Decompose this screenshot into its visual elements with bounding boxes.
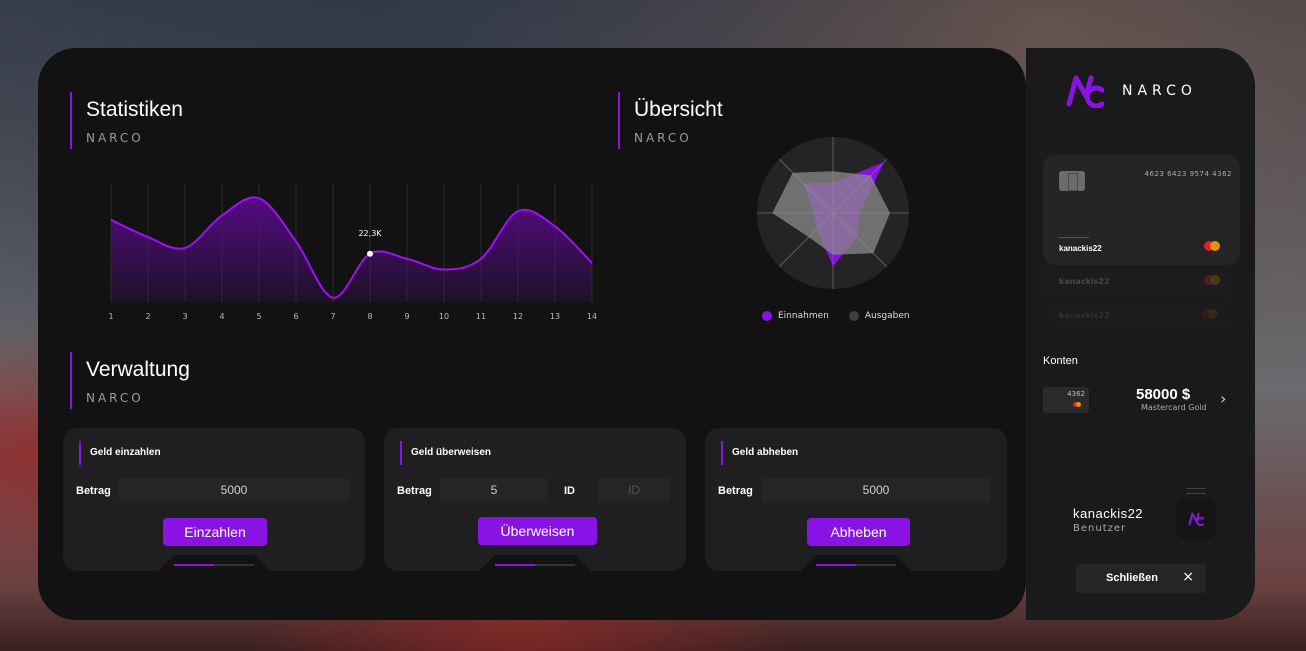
account-mastercard-icon bbox=[1073, 402, 1081, 407]
deposit-button[interactable]: Einzahlen bbox=[163, 518, 267, 546]
brand-name: NARCO bbox=[1122, 83, 1197, 99]
transfer-title: Geld überweisen bbox=[400, 441, 491, 465]
ghost-card-1-mastercard-icon bbox=[1204, 275, 1220, 285]
withdraw-button[interactable]: Abheben bbox=[807, 518, 910, 546]
transfer-card: Geld überweisen Betrag 5 ID ID Überweise… bbox=[384, 428, 686, 571]
statistiken-title: Statistiken bbox=[86, 98, 183, 121]
withdraw-amount-input[interactable]: 5000 bbox=[761, 478, 991, 503]
withdraw-progress bbox=[816, 564, 896, 566]
chart-x-tick-label: 3 bbox=[182, 312, 187, 321]
chart-x-tick-label: 4 bbox=[219, 312, 224, 321]
transfer-progress bbox=[495, 564, 575, 566]
chart-x-tick-label: 5 bbox=[256, 312, 261, 321]
uebersicht-subtitle: NARCO bbox=[634, 131, 692, 145]
mastercard-icon bbox=[1204, 241, 1220, 251]
narco-logo-icon bbox=[1066, 75, 1104, 108]
chart-x-tick-label: 10 bbox=[439, 312, 449, 321]
menu-bars-icon bbox=[1186, 488, 1206, 494]
legend-einnahmen-label: Einnahmen bbox=[778, 311, 829, 321]
chart-x-tick-label: 9 bbox=[404, 312, 409, 321]
legend-ausgaben-dot bbox=[848, 311, 859, 321]
side-panel bbox=[1026, 48, 1255, 620]
chevron-right-icon[interactable]: › bbox=[1220, 389, 1226, 408]
account-amount: 58000 $ bbox=[1136, 386, 1191, 403]
deposit-tab-notch bbox=[158, 555, 270, 571]
legend-ausgaben[interactable]: Ausgaben bbox=[848, 311, 910, 321]
legend-einnahmen[interactable]: Einnahmen bbox=[762, 311, 829, 321]
chart-x-tick-label: 8 bbox=[367, 312, 372, 321]
chart-hover-point[interactable] bbox=[367, 250, 373, 257]
withdraw-card: Geld abheben Betrag 5000 Abheben bbox=[705, 428, 1007, 571]
chart-x-tick-label: 7 bbox=[330, 312, 335, 321]
chart-x-tick-label: 2 bbox=[145, 312, 150, 321]
transfer-id-label: ID bbox=[564, 485, 575, 497]
chart-x-tick-label: 11 bbox=[476, 312, 486, 321]
credit-card[interactable]: 4623 6423 9574 4362 kanackis22 bbox=[1043, 155, 1240, 265]
statistiken-subtitle: NARCO bbox=[86, 131, 144, 145]
overview-radar-chart bbox=[757, 137, 909, 289]
uebersicht-header: Übersicht NARCO bbox=[618, 92, 723, 149]
withdraw-amount-label: Betrag bbox=[718, 485, 753, 497]
chart-x-tick-label: 6 bbox=[293, 312, 298, 321]
card-chip-icon bbox=[1059, 171, 1085, 191]
chart-area-fill bbox=[111, 197, 592, 302]
ghost-card-1-holder: kanackis22 bbox=[1059, 277, 1110, 286]
verwaltung-header: Verwaltung NARCO bbox=[70, 352, 190, 409]
card-number: 4623 6423 9574 4362 bbox=[1144, 170, 1232, 178]
chart-x-tick-label: 13 bbox=[550, 312, 560, 321]
chart-x-tick-label: 1 bbox=[108, 312, 113, 321]
chart-x-tick-label: 14 bbox=[587, 312, 597, 321]
chart-hover-label: 22,3K bbox=[358, 229, 382, 238]
deposit-amount-label: Betrag bbox=[76, 485, 111, 497]
transfer-button[interactable]: Überweisen bbox=[478, 517, 597, 545]
close-label: Schließen bbox=[1106, 572, 1158, 584]
deposit-progress bbox=[174, 564, 254, 566]
statistiken-header: Statistiken NARCO bbox=[70, 92, 183, 149]
ghost-card-2-holder: kanackis22 bbox=[1059, 311, 1110, 320]
brand: NARCO bbox=[1066, 74, 1197, 108]
ghost-card-2-mastercard-icon bbox=[1202, 309, 1218, 319]
radar-legend: Einnahmen Ausgaben bbox=[762, 311, 910, 321]
transfer-tab-notch bbox=[479, 555, 591, 571]
withdraw-tab-notch bbox=[800, 555, 912, 571]
verwaltung-subtitle: NARCO bbox=[86, 391, 144, 405]
close-button[interactable]: Schließen × bbox=[1076, 564, 1206, 593]
withdraw-title: Geld abheben bbox=[721, 441, 798, 465]
transfer-id-input[interactable]: ID bbox=[598, 478, 670, 503]
deposit-card: Geld einzahlen Betrag 5000 Einzahlen bbox=[63, 428, 365, 571]
verwaltung-title: Verwaltung bbox=[86, 358, 190, 381]
deposit-title: Geld einzahlen bbox=[79, 441, 161, 465]
statistics-area-chart: 1 2 3 4 5 6 7 8 9 10 11 12 13 1422,3K bbox=[108, 183, 597, 321]
user-name: kanackis22 bbox=[1073, 506, 1144, 521]
card-holder: kanackis22 bbox=[1059, 244, 1102, 253]
card-divider bbox=[1059, 237, 1089, 238]
uebersicht-title: Übersicht bbox=[634, 98, 723, 121]
credit-card-ghost-2[interactable]: kanackis22 bbox=[1048, 299, 1228, 327]
konten-title: Konten bbox=[1043, 355, 1078, 367]
deposit-amount-input[interactable]: 5000 bbox=[119, 478, 349, 503]
legend-einnahmen-dot bbox=[762, 311, 772, 321]
transfer-amount-label: Betrag bbox=[397, 485, 432, 497]
account-mini-card[interactable]: 4362 bbox=[1043, 387, 1089, 413]
transfer-amount-input[interactable]: 5 bbox=[440, 478, 548, 503]
avatar[interactable] bbox=[1176, 499, 1216, 539]
chart-x-tick-label: 12 bbox=[513, 312, 523, 321]
account-card-last4: 4362 bbox=[1067, 390, 1085, 398]
credit-card-ghost-1[interactable]: kanackis22 bbox=[1043, 266, 1230, 294]
user-role: Benutzer bbox=[1073, 523, 1127, 534]
avatar-logo-icon bbox=[1188, 512, 1204, 526]
close-icon: × bbox=[1182, 569, 1194, 585]
account-card-type: Mastercard Gold bbox=[1141, 403, 1207, 412]
legend-ausgaben-label: Ausgaben bbox=[864, 311, 910, 321]
